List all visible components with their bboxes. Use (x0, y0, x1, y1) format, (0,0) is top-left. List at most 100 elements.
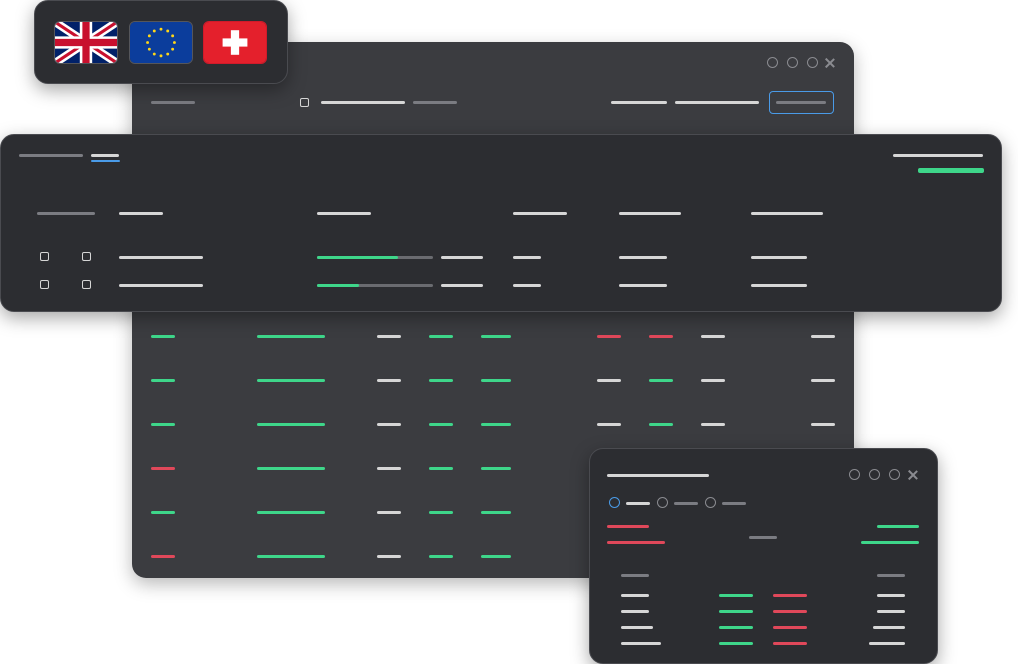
window-control-circle[interactable] (889, 469, 900, 480)
ask-cell (773, 642, 807, 645)
cell-value (621, 594, 649, 597)
change-indicator (151, 335, 175, 338)
progress-fill (317, 256, 398, 259)
toolbar-link[interactable] (675, 101, 759, 104)
row-favorite-checkbox[interactable] (82, 280, 91, 289)
cell-value (621, 610, 649, 613)
cell-value (621, 642, 661, 645)
cell-value (869, 642, 905, 645)
change-indicator (151, 511, 175, 514)
ask-cell (773, 610, 807, 613)
toolbar-checkbox[interactable] (300, 98, 309, 107)
cell-value (701, 423, 725, 426)
close-icon[interactable] (825, 58, 835, 68)
row-favorite-checkbox[interactable] (82, 252, 91, 261)
cell-value (513, 284, 541, 287)
cell-value (619, 284, 667, 287)
cell-value (481, 467, 511, 470)
cell-value (811, 379, 835, 382)
bid-cell (719, 642, 753, 645)
toolbar-link[interactable] (611, 101, 667, 104)
row-select-checkbox[interactable] (40, 252, 49, 261)
window-control-circle[interactable] (807, 57, 818, 68)
cell-value (701, 379, 725, 382)
eu-star (152, 29, 156, 33)
cell-value (649, 379, 673, 382)
window-control-circle[interactable] (869, 469, 880, 480)
toolbar-option-sublabel (413, 101, 457, 104)
radio-label (626, 502, 650, 505)
cell-value (597, 379, 621, 382)
order-book-window (589, 448, 938, 664)
cell-value (513, 256, 541, 259)
window-control-circle[interactable] (849, 469, 860, 480)
currency-flag-selector (34, 0, 288, 84)
cell-value (481, 335, 511, 338)
tab-active[interactable] (91, 154, 119, 157)
radio-option[interactable] (657, 497, 668, 508)
cell-value (619, 256, 667, 259)
cell-value (649, 423, 673, 426)
column-header (37, 212, 95, 215)
eu-star (166, 52, 170, 56)
ask-cell (773, 626, 807, 629)
cell-value (377, 511, 401, 514)
change-indicator (151, 555, 175, 558)
change-indicator (151, 423, 175, 426)
cell-value (811, 335, 835, 338)
cell-value (877, 594, 905, 597)
window-control-circle[interactable] (767, 57, 778, 68)
cell-value (429, 467, 453, 470)
tab-inactive[interactable] (19, 154, 83, 157)
instrument-name (119, 256, 203, 259)
cell-value (377, 467, 401, 470)
eu-star (171, 34, 175, 38)
close-icon[interactable] (908, 470, 918, 480)
eu-star (152, 52, 156, 56)
search-placeholder (776, 100, 826, 104)
toolbar-search-input[interactable] (769, 91, 834, 114)
eu-star (146, 41, 150, 44)
column-header (513, 212, 567, 215)
cell-value (257, 467, 325, 470)
window-title (607, 474, 709, 477)
window-control-circle[interactable] (787, 57, 798, 68)
radio-option-selected[interactable] (609, 497, 620, 508)
cell-value (597, 335, 621, 338)
instrument-name (119, 284, 203, 287)
column-header (619, 212, 681, 215)
cell-value (257, 335, 325, 338)
cell-value (701, 335, 725, 338)
cell-value (481, 555, 511, 558)
ask-price (607, 525, 649, 528)
cell-value (377, 555, 401, 558)
cell-value (481, 511, 511, 514)
ask-size (607, 541, 665, 544)
change-indicator (151, 379, 175, 382)
uk-flag-icon[interactable] (54, 21, 118, 64)
radio-option[interactable] (705, 497, 716, 508)
column-header (119, 212, 163, 215)
swiss-flag-icon[interactable] (203, 21, 267, 64)
cell-value (621, 626, 653, 629)
cell-value (429, 423, 453, 426)
toolbar-option-label (321, 101, 405, 104)
cell-value (873, 626, 905, 629)
cell-value (649, 335, 673, 338)
cell-value (751, 256, 807, 259)
cell-value (257, 555, 325, 558)
cell-value (597, 423, 621, 426)
radio-label (722, 502, 746, 505)
tab-active-indicator (91, 160, 120, 162)
eu-flag-icon[interactable] (129, 21, 193, 64)
toolbar-label (151, 101, 195, 104)
summary-label (893, 154, 983, 157)
cell-value (877, 610, 905, 613)
row-select-checkbox[interactable] (40, 280, 49, 289)
bid-cell (719, 610, 753, 613)
cell-value (257, 379, 325, 382)
eu-star (159, 27, 163, 31)
change-indicator (151, 467, 175, 470)
bid-cell (719, 594, 753, 597)
cell-value (751, 284, 807, 287)
